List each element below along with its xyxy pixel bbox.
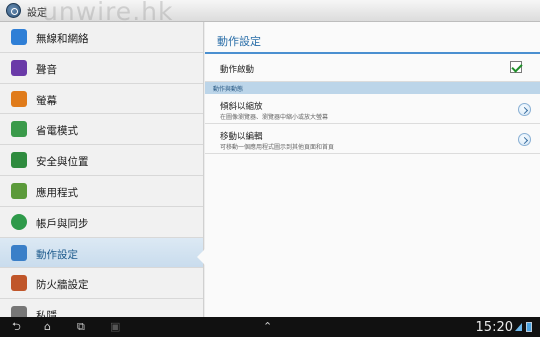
sidebar-item-label: 應用程式	[36, 186, 78, 199]
back-icon[interactable]: ⮌	[12, 321, 21, 333]
sidebar-item-motion[interactable]: 動作設定	[0, 237, 203, 269]
sidebar-item-label: 私隱	[36, 310, 57, 317]
section-header-label: 動作與動態	[213, 86, 244, 93]
tilt-to-zoom-description: 在圖像瀏覽器、瀏覽器中縮小或放大螢幕	[220, 114, 329, 121]
sidebar-item-firewall[interactable]: 防火牆設定	[0, 268, 203, 300]
firewall-icon	[11, 275, 27, 292]
home-icon[interactable]: ⌂	[44, 321, 51, 333]
pan-to-edit-label: 移動以編輯	[220, 132, 263, 142]
sidebar-item-sound[interactable]: 聲音	[0, 53, 203, 84]
sidebar-item-wireless[interactable]: 無線和網絡	[0, 22, 203, 53]
recent-apps-icon[interactable]: ⧉	[77, 321, 85, 333]
battery-icon	[526, 322, 532, 332]
motion-icon	[11, 244, 27, 261]
system-navigation-bar: ⮌ ⌂ ⧉ ▣ ⌃ 15:20	[0, 317, 540, 337]
sidebar-item-privacy[interactable]: 私隱	[0, 299, 203, 317]
section-header: 動作與動態	[205, 82, 540, 94]
chevron-right-icon[interactable]	[518, 133, 531, 146]
pan-to-edit-row[interactable]: 移動以編輯 可移動一個應用程式圖示到其他頁面和首頁	[205, 124, 540, 154]
sidebar-item-label: 省電模式	[36, 125, 78, 138]
sidebar-item-display[interactable]: 螢幕	[0, 84, 203, 115]
sidebar-item-power-saving[interactable]: 省電模式	[0, 114, 203, 146]
sync-icon	[11, 213, 27, 230]
privacy-icon	[11, 306, 27, 317]
sidebar-item-label: 安全與位置	[36, 156, 89, 169]
page-title: 動作設定	[217, 35, 261, 48]
pan-to-edit-description: 可移動一個應用程式圖示到其他頁面和首頁	[220, 144, 335, 151]
settings-sidebar: 無線和網絡 聲音 螢幕 省電模式 安全與位置 應用程式 帳戶與同步 動作設定 防…	[0, 22, 204, 317]
security-grid-icon	[11, 152, 27, 169]
tilt-to-zoom-row[interactable]: 傾斜以縮放 在圖像瀏覽器、瀏覽器中縮小或放大螢幕	[205, 94, 540, 124]
screenshot-icon[interactable]: ▣	[110, 321, 120, 333]
power-saving-icon	[11, 121, 27, 138]
sidebar-item-label: 無線和網絡	[36, 33, 89, 45]
motion-activation-label: 動作啟動	[220, 65, 255, 75]
settings-app-icon[interactable]	[6, 3, 21, 18]
sidebar-item-label: 聲音	[36, 63, 57, 76]
clock: 15:20	[475, 320, 513, 335]
chevron-right-icon[interactable]	[518, 103, 531, 116]
selection-pointer	[197, 249, 205, 265]
sidebar-item-label: 動作設定	[36, 248, 78, 261]
display-icon	[11, 90, 27, 107]
speaker-icon	[11, 59, 27, 76]
expand-up-icon[interactable]: ⌃	[263, 321, 272, 333]
sidebar-item-security[interactable]: 安全與位置	[0, 145, 203, 176]
signal-icon	[515, 323, 522, 331]
applications-icon	[11, 182, 27, 199]
sidebar-item-label: 帳戶與同步	[36, 217, 89, 230]
wifi-icon	[11, 29, 27, 45]
sidebar-item-label: 螢幕	[36, 94, 57, 107]
action-bar: 設定 unwire.hk	[0, 0, 540, 26]
motion-settings-panel: 動作設定 動作啟動 動作與動態 傾斜以縮放 在圖像瀏覽器、瀏覽器中縮小或放大螢幕…	[205, 22, 540, 317]
motion-activation-row[interactable]: 動作啟動	[205, 54, 540, 82]
sidebar-item-accounts-sync[interactable]: 帳戶與同步	[0, 207, 203, 238]
sidebar-item-applications[interactable]: 應用程式	[0, 176, 203, 207]
motion-activation-checkbox[interactable]	[510, 61, 522, 73]
tilt-to-zoom-label: 傾斜以縮放	[220, 102, 263, 112]
sidebar-item-label: 防火牆設定	[36, 279, 89, 292]
